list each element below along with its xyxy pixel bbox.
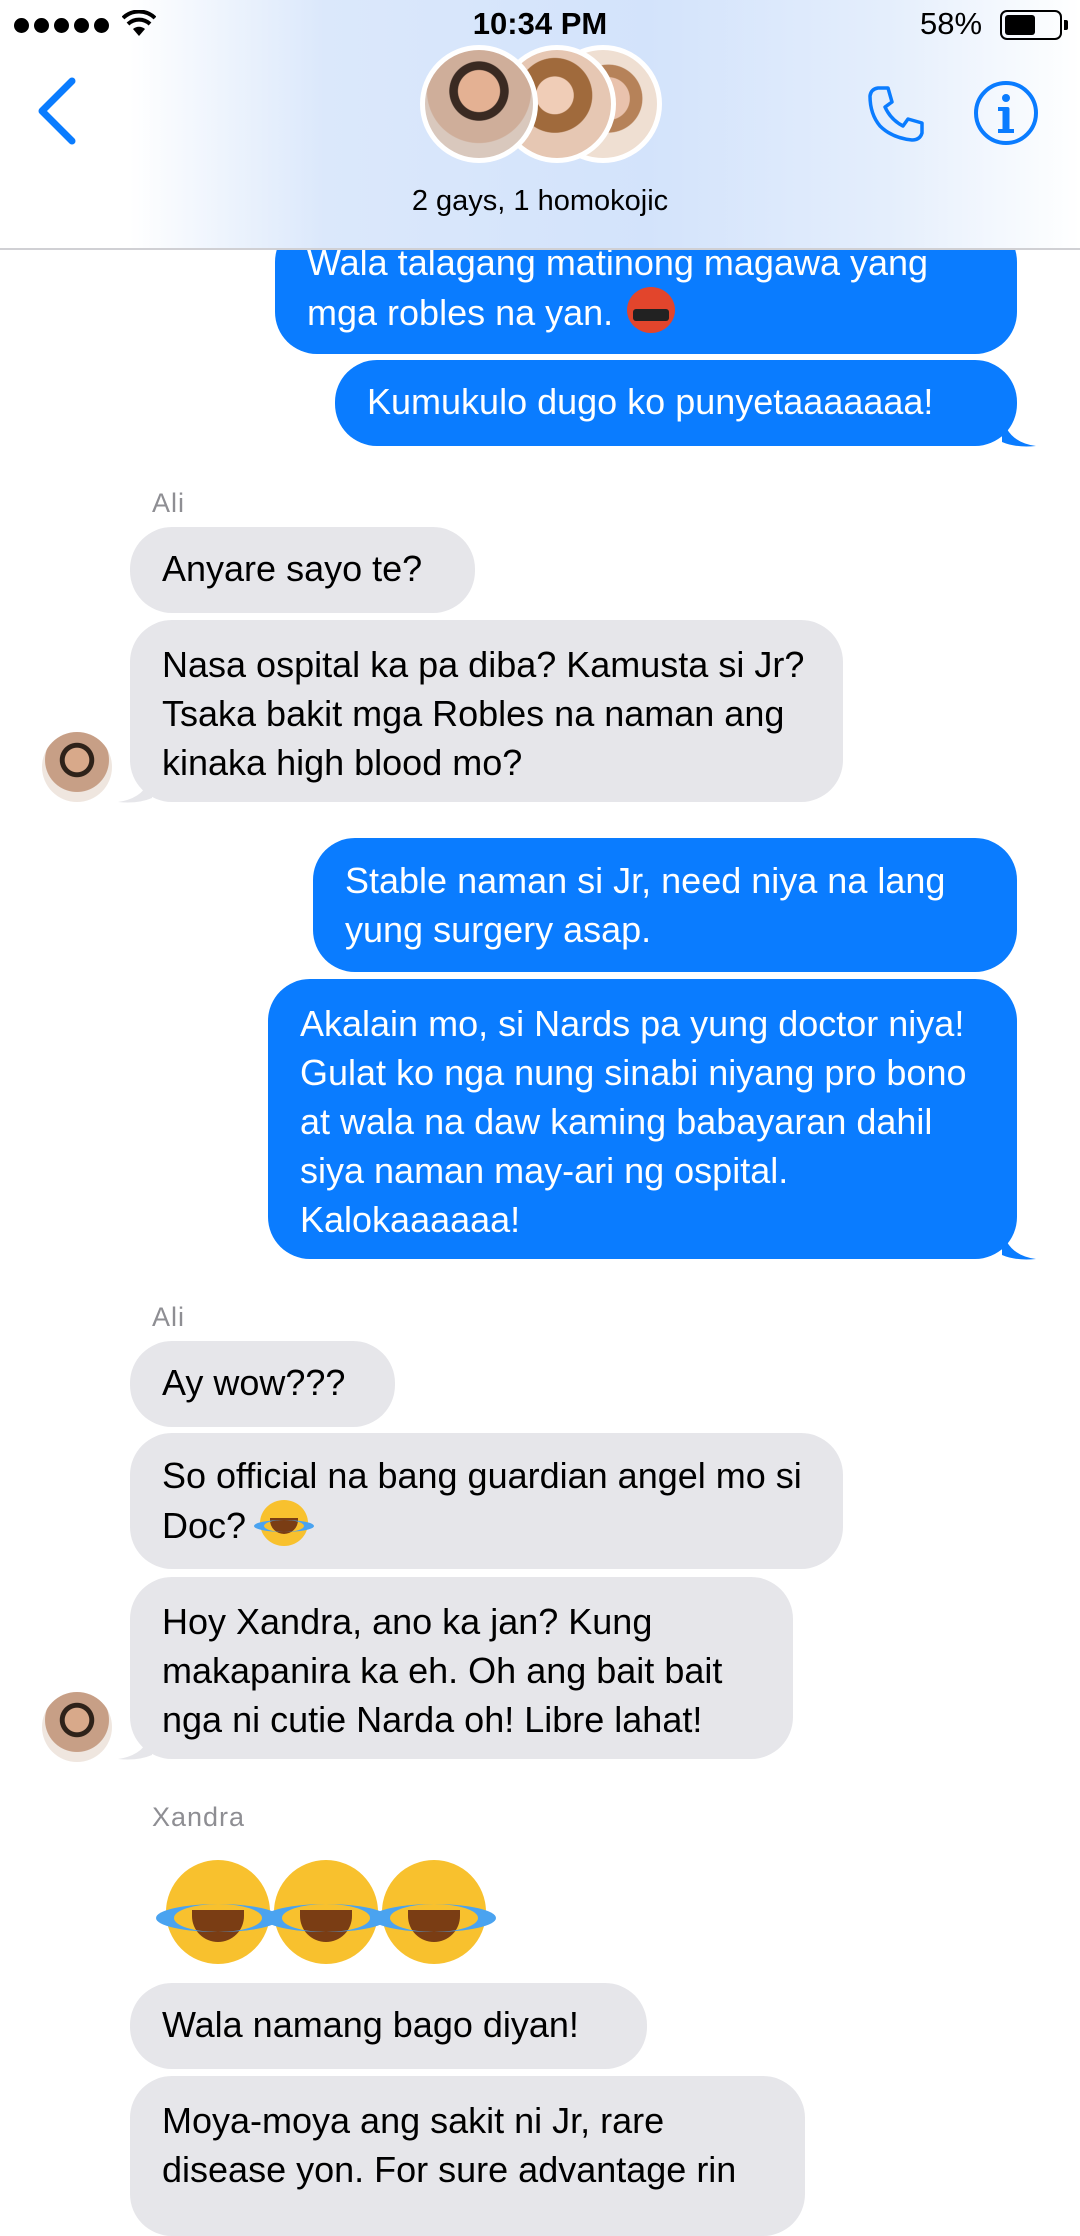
battery-percentage: 58% bbox=[920, 6, 983, 41]
laughing-tears-emoji-icon[interactable] bbox=[156, 1860, 280, 1964]
sender-name: Ali bbox=[152, 1302, 186, 1332]
group-name[interactable]: 2 gays, 1 homokojic bbox=[0, 185, 1080, 218]
chat-header: 10:34 PM 58% 2 gays, 1 homokojic bbox=[0, 0, 1080, 250]
bubble-tail bbox=[118, 770, 152, 803]
message-incoming[interactable]: Ay wow??? bbox=[130, 1341, 395, 1427]
message-incoming[interactable]: So official na bang guardian angel mo si… bbox=[130, 1433, 843, 1569]
avatar[interactable] bbox=[42, 732, 112, 802]
sender-name: Xandra bbox=[152, 1802, 246, 1832]
status-bar: 10:34 PM 58% bbox=[0, 0, 1080, 48]
sender-name: Ali bbox=[152, 488, 186, 518]
message-text: Hoy Xandra, ano ka jan? Kung makapanira … bbox=[162, 1601, 723, 1740]
phone-call-icon[interactable] bbox=[864, 82, 928, 146]
message-text: Nasa ospital ka pa diba? Kamusta si Jr? … bbox=[162, 644, 805, 783]
laughing-tears-emoji-icon bbox=[254, 1500, 315, 1546]
message-text: Moya-moya ang sakit ni Jr, rare disease … bbox=[162, 2100, 737, 2190]
battery-icon bbox=[1000, 10, 1068, 40]
bubble-tail bbox=[118, 1727, 152, 1760]
message-incoming[interactable]: Anyare sayo te? bbox=[130, 527, 475, 613]
back-chevron-icon[interactable] bbox=[32, 75, 84, 147]
bubble-tail bbox=[1002, 414, 1036, 447]
angry-cursing-face-icon bbox=[627, 287, 676, 333]
laughing-tears-emoji-icon[interactable] bbox=[264, 1860, 388, 1964]
message-text: Anyare sayo te? bbox=[162, 548, 423, 589]
message-outgoing[interactable]: Akalain mo, si Nards pa yung doctor niya… bbox=[268, 979, 1017, 1259]
message-text: Wala talagang matinong magawa yang mga r… bbox=[307, 242, 929, 333]
message-incoming[interactable]: Moya-moya ang sakit ni Jr, rare disease … bbox=[130, 2076, 805, 2236]
message-text: Kumukulo dugo ko punyetaaaaaaa! bbox=[367, 381, 934, 422]
message-text: Akalain mo, si Nards pa yung doctor niya… bbox=[300, 1003, 967, 1240]
laughing-tears-emoji-icon[interactable] bbox=[372, 1860, 496, 1964]
message-text: Stable naman si Jr, need niya na lang yu… bbox=[345, 860, 946, 950]
status-time: 10:34 PM bbox=[472, 6, 608, 41]
bubble-tail bbox=[1002, 1227, 1036, 1260]
message-incoming[interactable]: Hoy Xandra, ano ka jan? Kung makapanira … bbox=[130, 1577, 793, 1759]
group-avatars[interactable] bbox=[420, 45, 662, 175]
message-incoming[interactable]: Nasa ospital ka pa diba? Kamusta si Jr? … bbox=[130, 620, 843, 802]
message-text: Ay wow??? bbox=[162, 1362, 346, 1403]
avatar bbox=[420, 45, 538, 163]
message-text: Wala namang bago diyan! bbox=[162, 2004, 579, 2045]
message-text: So official na bang guardian angel mo si… bbox=[162, 1455, 802, 1546]
info-icon[interactable] bbox=[973, 80, 1039, 146]
message-outgoing[interactable]: Kumukulo dugo ko punyetaaaaaaa! bbox=[335, 360, 1017, 446]
avatar[interactable] bbox=[42, 1692, 112, 1762]
message-outgoing[interactable]: Stable naman si Jr, need niya na lang yu… bbox=[313, 838, 1017, 972]
message-incoming[interactable]: Wala namang bago diyan! bbox=[130, 1983, 647, 2069]
